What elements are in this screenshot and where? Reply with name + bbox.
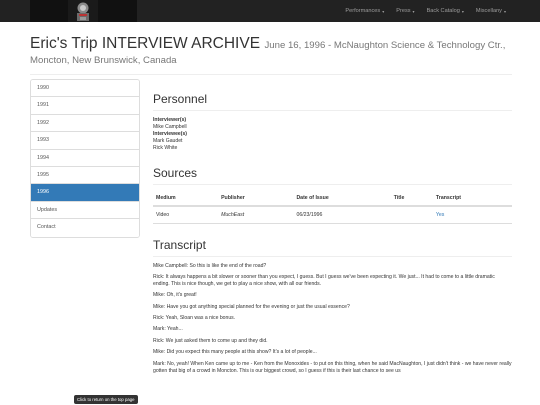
nav-performances-label: Performances bbox=[345, 8, 381, 14]
nav-back-catalog-label: Back Catalog bbox=[426, 8, 460, 14]
transcript-line: Mark: Yeah... bbox=[153, 326, 183, 333]
column-header-publisher: Publisher bbox=[218, 190, 294, 207]
column-header-transcript: Transcript bbox=[432, 190, 512, 207]
nav-menu: Performances ▾ Press ▾ Back Catalog ▾ Mi… bbox=[339, 0, 512, 22]
interviewee-name: Mark Gaudet bbox=[153, 137, 183, 144]
personnel-heading: Personnel bbox=[153, 92, 512, 111]
table-row: Video MuchEast 06/23/1996 Yes bbox=[153, 205, 512, 224]
sidebar-item-1996[interactable]: 1996 bbox=[31, 184, 139, 202]
column-header-date: Date of Issue bbox=[293, 190, 391, 207]
sidebar-item-1990[interactable]: 1990 bbox=[31, 80, 139, 98]
cell-medium: Video bbox=[153, 205, 219, 224]
interviewee-name: Rick White bbox=[153, 144, 178, 151]
caret-down-icon: ▾ bbox=[503, 8, 506, 14]
table-header-row: Medium Publisher Date of Issue Title Tra… bbox=[153, 190, 512, 207]
personnel-list: Interviewer(s) Mike Campbell Interviewee… bbox=[153, 117, 512, 152]
transcript-line: Mike: Have you got anything special plan… bbox=[153, 303, 350, 310]
sidebar-item-updates[interactable]: Updates bbox=[31, 201, 139, 220]
interviewee-label: Interviewee(s) bbox=[153, 130, 187, 137]
caret-down-icon: ▾ bbox=[461, 8, 464, 14]
nav-miscellany-label: Miscellany bbox=[475, 8, 502, 14]
cell-date: 06/23/1996 bbox=[293, 205, 391, 224]
page-title-date-venue: June 16, 1996 - McNaughton Science & Tec… bbox=[264, 40, 506, 51]
transcript-line: Mike: Did you expect this many people at… bbox=[153, 349, 317, 356]
sources-table: Medium Publisher Date of Issue Title Tra… bbox=[153, 190, 512, 224]
nav-press[interactable]: Press ▾ bbox=[390, 8, 420, 14]
interviewer-label: Interviewer(s) bbox=[153, 117, 187, 123]
nav-press-label: Press bbox=[396, 8, 411, 14]
page-title-location: Moncton, New Brunswick, Canada bbox=[30, 54, 177, 66]
cell-publisher: MuchEast bbox=[218, 205, 294, 224]
nav-miscellany[interactable]: Miscellany ▾ bbox=[470, 8, 512, 14]
column-header-title: Title bbox=[390, 190, 433, 207]
site-logo[interactable] bbox=[30, 0, 137, 22]
transcript-line: Mike: Oh, it's great! bbox=[153, 292, 197, 299]
transcript-line: Mike Campbell: So this is like the end o… bbox=[153, 262, 267, 269]
cell-transcript-link[interactable]: Yes bbox=[432, 205, 512, 224]
logo-image bbox=[68, 0, 98, 22]
transcript-line: Rick: It always happens a bit slower or … bbox=[153, 273, 495, 287]
sidebar: 1990 1991 1992 1993 1994 1995 1996 Updat… bbox=[30, 79, 140, 238]
page-title-main: Eric's Trip INTERVIEW ARCHIVE bbox=[30, 35, 261, 52]
nav-performances[interactable]: Performances ▾ bbox=[339, 8, 390, 14]
column-header-medium: Medium bbox=[153, 190, 219, 207]
top-navbar: Performances ▾ Press ▾ Back Catalog ▾ Mi… bbox=[0, 0, 540, 22]
return-to-top-button[interactable]: Click to return on the top page bbox=[74, 395, 138, 404]
caret-down-icon: ▾ bbox=[382, 8, 385, 14]
sidebar-item-1994[interactable]: 1994 bbox=[31, 149, 139, 167]
sidebar-item-1991[interactable]: 1991 bbox=[31, 97, 139, 115]
sidebar-item-1995[interactable]: 1995 bbox=[31, 166, 139, 185]
transcript-line: Rick: We just asked them to come up and … bbox=[153, 337, 268, 344]
page-header: Eric's Trip INTERVIEW ARCHIVE June 16, 1… bbox=[30, 33, 512, 75]
transcript-body: Mike Campbell: So this is like the end o… bbox=[153, 263, 512, 375]
page-title: Eric's Trip INTERVIEW ARCHIVE June 16, 1… bbox=[30, 33, 512, 55]
sidebar-item-1993[interactable]: 1993 bbox=[31, 132, 139, 150]
main-content: Personnel Interviewer(s) Mike Campbell I… bbox=[153, 92, 512, 379]
cell-title bbox=[390, 205, 433, 224]
caret-down-icon: ▾ bbox=[412, 8, 415, 14]
transcript-line: Rick: Yeah, Sloan was a nice bonus. bbox=[153, 315, 236, 322]
sidebar-item-1992[interactable]: 1992 bbox=[31, 114, 139, 133]
sidebar-item-contact[interactable]: Contact bbox=[31, 219, 139, 237]
transcript-heading: Transcript bbox=[153, 238, 512, 257]
sources-heading: Sources bbox=[153, 166, 512, 185]
nav-back-catalog[interactable]: Back Catalog ▾ bbox=[421, 8, 470, 14]
transcript-line: Mark: No, yeah! When Ken came up to me -… bbox=[153, 360, 512, 374]
interviewer-name: Mike Campbell bbox=[153, 123, 187, 130]
